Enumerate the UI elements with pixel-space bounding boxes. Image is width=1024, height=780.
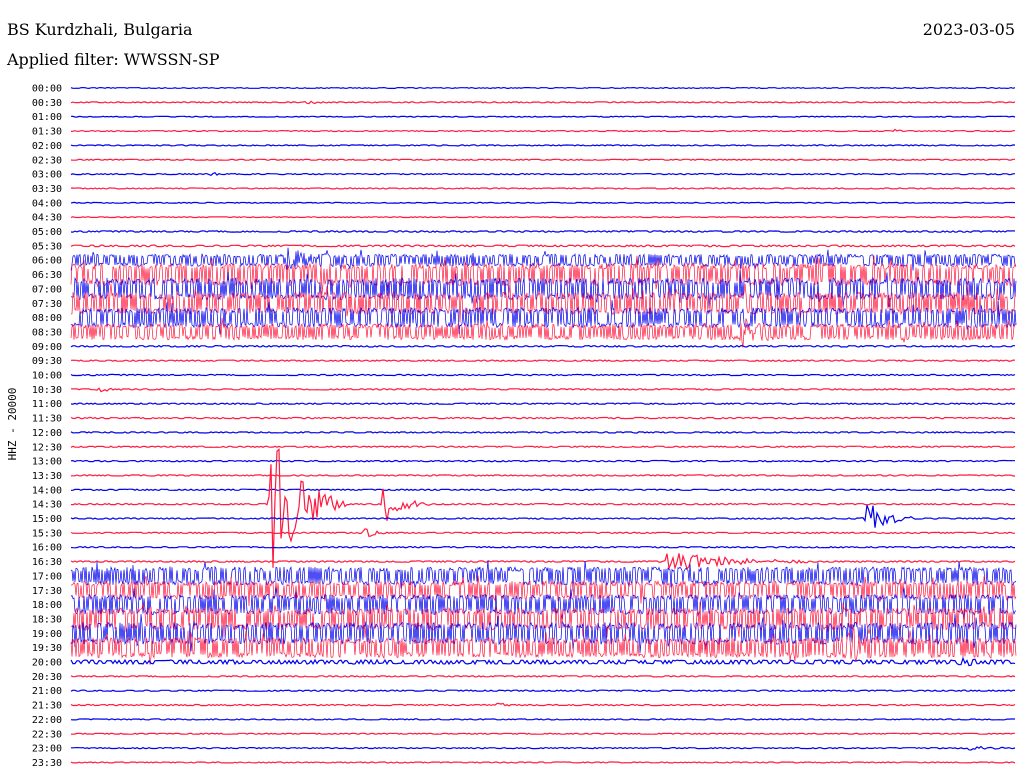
time-tick-label: 01:00 [32,112,62,123]
time-tick-label: 23:00 [32,744,62,755]
time-tick-label: 19:00 [32,629,62,640]
time-tick-label: 03:30 [32,184,62,195]
trace-line-1600 [70,545,1015,549]
trace-line-1200 [70,431,1016,434]
time-tick-label: 14:00 [32,485,62,496]
trace-line-0430 [70,216,1016,219]
trace-line-1230 [70,445,1016,448]
time-tick-label: 22:00 [32,715,62,726]
time-tick-label: 07:30 [32,299,62,310]
time-tick-label: 12:30 [32,442,62,453]
time-tick-label: 03:00 [32,170,62,181]
trace-line-1100 [70,402,1016,405]
time-tick-label: 17:00 [32,571,62,582]
time-tick-label: 11:00 [32,399,62,410]
trace-line-1530 [70,528,1016,538]
trace-line-0500 [70,230,1016,233]
time-tick-label: 18:30 [32,614,62,625]
time-tick-label: 00:30 [32,98,62,109]
trace-line-0030 [70,100,1016,105]
trace-line-2100 [70,689,1016,692]
time-tick-label: 15:30 [32,528,62,539]
time-tick-label: 00:00 [32,84,62,95]
time-tick-label: 09:00 [32,342,62,353]
trace-line-0900 [70,344,1015,348]
trace-line-2330 [70,761,1016,764]
trace-line-2030 [70,675,1016,678]
trace-line-2000 [70,656,1016,667]
time-tick-label: 21:30 [32,701,62,712]
time-tick-label: 09:30 [32,356,62,367]
trace-line-1300 [70,459,1015,463]
time-tick-label: 14:30 [32,500,62,511]
trace-line-2200 [70,718,1015,721]
trace-line-0000 [70,86,1016,90]
trace-line-2300 [71,745,1016,751]
trace-line-1130 [70,416,1016,420]
time-tick-label: 18:00 [32,600,62,611]
time-tick-label: 20:30 [32,672,62,683]
time-tick-label: 08:30 [32,327,62,338]
time-tick-label: 04:00 [32,198,62,209]
time-tick-label: 13:00 [32,457,62,468]
trace-line-2230 [70,732,1015,735]
time-tick-label: 05:30 [32,241,62,252]
time-tick-label: 10:00 [32,371,62,382]
trace-line-0530 [70,244,1016,248]
time-tick-label: 11:30 [32,414,62,425]
trace-line-0330 [70,187,1016,190]
time-tick-label: 17:30 [32,586,62,597]
time-tick-label: 06:30 [32,270,62,281]
time-tick-label: 08:00 [32,313,62,324]
time-tick-label: 07:00 [32,284,62,295]
trace-line-1330 [70,474,1015,477]
trace-line-1000 [70,373,1016,377]
time-tick-label: 01:30 [32,127,62,138]
time-tick-labels: 00:00 00:30 01:00 01:30 02:00 02:30 03:00 03:30… [32,84,62,769]
seismogram-plot: HHZ - 20000 00:00 00:30 01:00 01:30 02:00 02:… [6,84,1017,769]
time-tick-label: 19:30 [32,643,62,654]
time-tick-label: 23:30 [32,758,62,769]
time-tick-label: 15:00 [32,514,62,525]
time-tick-label: 05:00 [32,227,62,238]
trace-line-1500 [70,505,1016,528]
trace-group [70,86,1017,764]
time-tick-label: 04:30 [32,213,62,224]
trace-line-0930 [70,359,1016,362]
trace-line-0130 [70,128,1015,133]
trace-line-1630 [70,553,1016,571]
trace-line-1700 [70,560,1017,592]
time-tick-label: 06:00 [32,256,62,267]
trace-line-0100 [70,115,1016,118]
trace-line-1400 [70,488,1015,492]
time-tick-label: 02:00 [32,141,62,152]
trace-line-0400 [70,201,1016,204]
time-tick-label: 20:00 [32,658,62,669]
time-tick-label: 21:00 [32,686,62,697]
time-tick-label: 10:30 [32,385,62,396]
trace-line-2130 [70,702,1016,707]
trace-line-0230 [70,158,1015,161]
time-tick-label: 16:30 [32,557,62,568]
time-tick-label: 12:00 [32,428,62,439]
y-axis-label: HHZ - 20000 [6,388,19,461]
time-tick-label: 22:30 [32,729,62,740]
time-tick-label: 13:30 [32,471,62,482]
trace-line-0800 [70,300,1017,335]
time-tick-label: 16:00 [32,543,62,554]
trace-line-1030 [70,387,1016,393]
trace-line-0200 [70,144,1016,147]
time-tick-label: 02:30 [32,155,62,166]
trace-line-0300 [70,171,1016,176]
